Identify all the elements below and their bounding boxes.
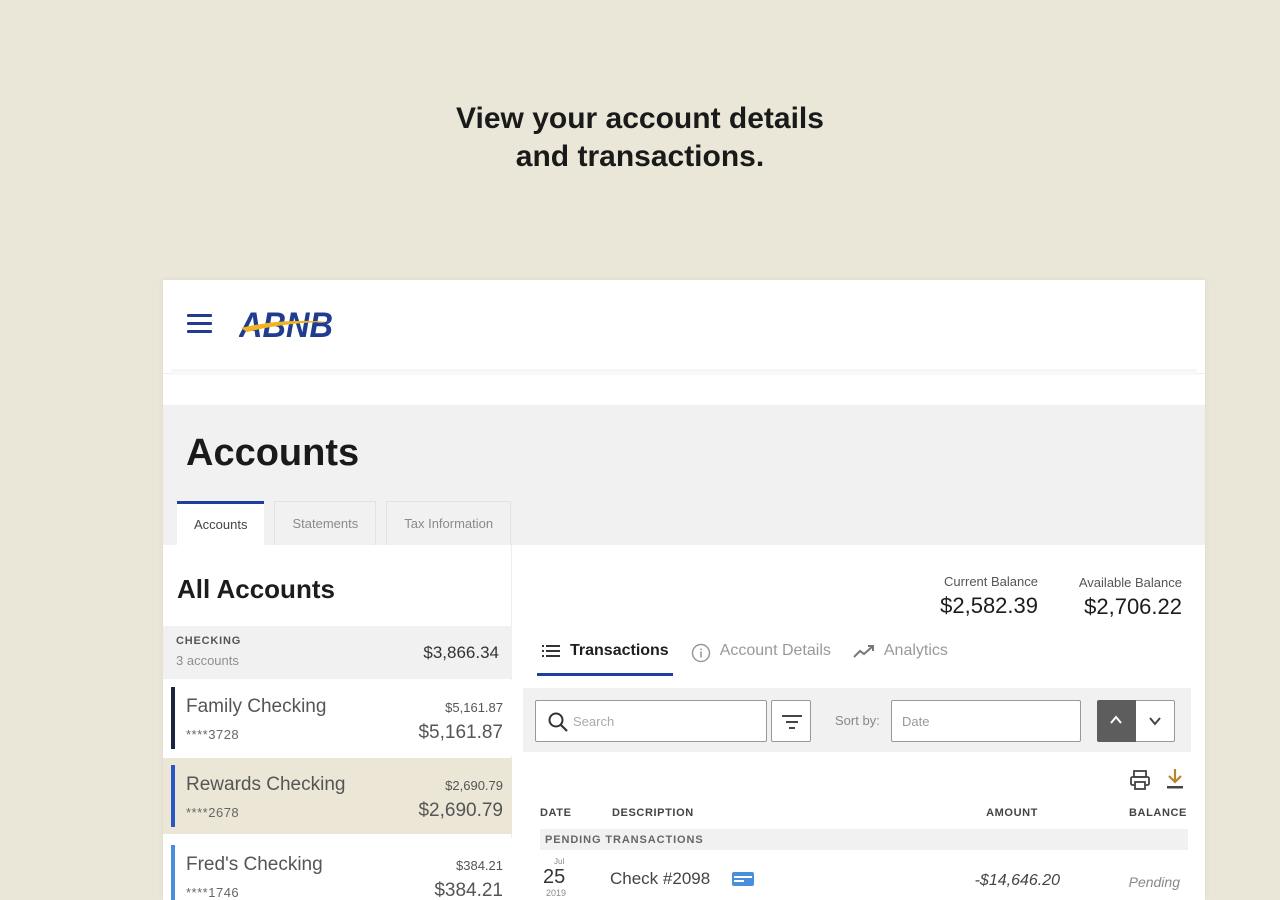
sort-by-value: Date — [902, 714, 930, 729]
column-header-date[interactable]: DATE — [540, 807, 572, 819]
pending-transactions-section: PENDING TRANSACTIONS — [540, 829, 1188, 850]
account-color-bar — [171, 687, 175, 749]
transaction-month: Jul — [554, 857, 565, 866]
app-window: ABNB Accounts Accounts Statements Tax In… — [163, 280, 1205, 900]
pending-transactions-label: PENDING TRANSACTIONS — [545, 834, 704, 846]
tab-accounts[interactable]: Accounts — [177, 501, 265, 545]
download-icon[interactable] — [1164, 767, 1186, 791]
chevron-down-icon — [1149, 717, 1161, 726]
sort-by-label: Sort by: — [835, 713, 880, 728]
tab-transactions[interactable]: Transactions — [537, 642, 673, 676]
tab-account-details-label: Account Details — [719, 642, 831, 659]
column-header-description[interactable]: DESCRIPTION — [612, 807, 694, 819]
account-item-family-checking[interactable]: Family Checking ****3728 $5,161.87 $5,16… — [163, 680, 512, 756]
group-total: $3,866.34 — [423, 643, 499, 662]
current-balance: Current Balance $2,582.39 — [940, 574, 1038, 619]
current-balance-label: Current Balance — [944, 574, 1038, 589]
account-number: ****1746 — [186, 885, 240, 900]
tab-analytics-label: Analytics — [883, 642, 948, 659]
tab-tax-information[interactable]: Tax Information — [386, 501, 512, 545]
page-title: Accounts — [186, 432, 360, 474]
print-icon[interactable] — [1129, 769, 1151, 791]
tab-account-details[interactable]: Account Details — [687, 642, 835, 676]
account-balance: $384.21 — [434, 880, 503, 900]
search-input[interactable]: Search — [535, 700, 767, 742]
transaction-filter-bar: Search Sort by: Date — [523, 688, 1191, 752]
chevron-up-icon — [1110, 715, 1122, 724]
search-placeholder: Search — [573, 714, 615, 729]
trend-icon — [853, 645, 874, 658]
accounts-sidebar: All Accounts CHECKING 3 accounts $3,866.… — [163, 545, 512, 900]
sidebar-title: All Accounts — [177, 574, 335, 604]
transaction-year: 2019 — [546, 888, 567, 898]
headline: View your account details and transactio… — [0, 100, 1280, 176]
group-count: 3 accounts — [176, 653, 239, 668]
transaction-amount: -$14,646.20 — [974, 872, 1060, 889]
sort-descending-button[interactable] — [1136, 700, 1175, 742]
bank-logo[interactable]: ABNB — [239, 306, 335, 342]
check-image-icon[interactable] — [731, 870, 755, 888]
account-number: ****3728 — [186, 727, 240, 742]
headline-line-2: and transactions. — [515, 140, 765, 173]
available-balance: Available Balance $2,706.22 — [1079, 575, 1182, 620]
sort-by-select[interactable]: Date — [891, 700, 1081, 742]
search-icon — [548, 712, 568, 732]
account-color-bar — [171, 765, 175, 827]
available-balance-value: $2,706.22 — [1084, 594, 1182, 619]
tab-analytics[interactable]: Analytics — [849, 642, 952, 676]
account-balance: $2,690.79 — [418, 800, 503, 821]
transaction-row[interactable]: Jul 25 2019 Check #2098 -$14,646.20 Pend… — [540, 853, 1188, 900]
headline-line-1: View your account details — [456, 102, 824, 135]
info-icon — [691, 643, 710, 663]
account-balance-small: $384.21 — [456, 858, 503, 873]
account-item-rewards-checking[interactable]: Rewards Checking ****2678 $2,690.79 $2,6… — [163, 758, 512, 834]
account-color-bar — [171, 845, 175, 900]
tab-statements[interactable]: Statements — [274, 501, 377, 545]
account-balance-small: $5,161.87 — [445, 700, 503, 715]
account-balance-small: $2,690.79 — [445, 778, 503, 793]
account-balance: $5,161.87 — [418, 722, 503, 743]
top-bar: ABNB — [163, 280, 1205, 375]
detail-tabs: Transactions Account Details Analytics — [537, 642, 966, 676]
column-header-amount[interactable]: AMOUNT — [986, 807, 1038, 819]
column-header-balance[interactable]: BALANCE — [1129, 807, 1187, 819]
account-group-checking[interactable]: CHECKING 3 accounts $3,866.34 — [163, 626, 512, 679]
account-item-freds-checking[interactable]: Fred's Checking ****1746 $384.21 $384.21 — [163, 838, 512, 900]
available-balance-label: Available Balance — [1078, 575, 1182, 590]
group-label: CHECKING — [176, 635, 242, 647]
hamburger-menu-icon[interactable] — [187, 314, 212, 334]
transaction-day: 25 — [543, 866, 566, 888]
sort-ascending-button[interactable] — [1097, 700, 1136, 742]
filter-button[interactable] — [771, 700, 811, 742]
account-name: Family Checking — [186, 696, 327, 717]
main-tabs: Accounts Statements Tax Information — [177, 501, 512, 545]
account-name: Rewards Checking — [186, 774, 346, 795]
filter-icon — [782, 715, 802, 729]
tab-transactions-label: Transactions — [570, 642, 669, 659]
list-icon — [542, 645, 560, 657]
account-name: Fred's Checking — [186, 854, 323, 875]
transaction-status: Pending — [1128, 874, 1180, 890]
current-balance-value: $2,582.39 — [940, 593, 1038, 618]
account-detail-panel: Current Balance $2,582.39 Available Bala… — [513, 545, 1205, 900]
transaction-description: Check #2098 — [610, 869, 711, 888]
account-number: ****2678 — [186, 805, 240, 820]
